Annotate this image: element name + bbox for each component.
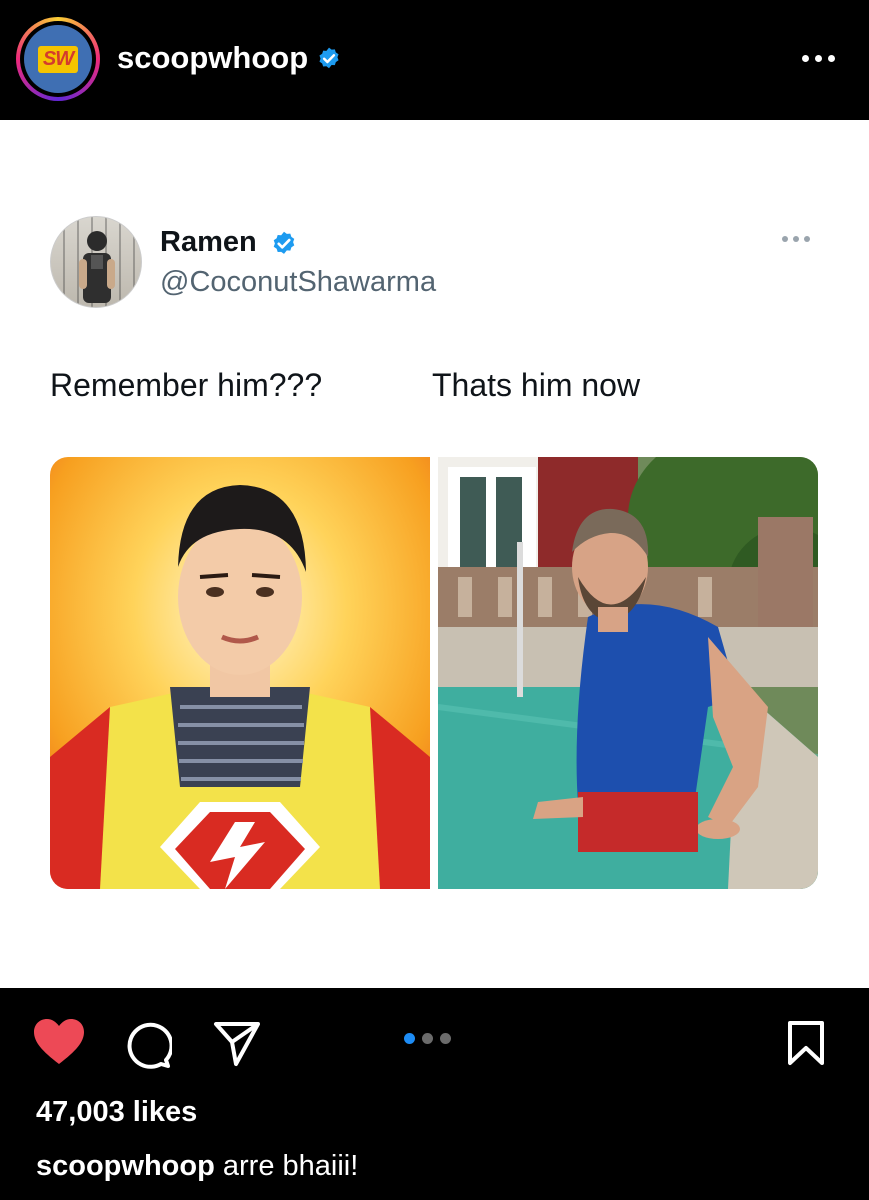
- tweet-author-avatar[interactable]: [50, 216, 142, 308]
- verified-badge-icon: [319, 47, 339, 69]
- more-options-icon[interactable]: [796, 46, 840, 70]
- caption-username[interactable]: scoopwhoop: [36, 1150, 215, 1182]
- carousel-dot: [440, 1033, 451, 1044]
- tweet-card: Ramen @CoconutShawarma Remember him??? T…: [0, 120, 869, 988]
- carousel-dot: [422, 1033, 433, 1044]
- caption-text: arre bhaiii!: [214, 1150, 359, 1182]
- comment-icon[interactable]: [122, 1020, 172, 1070]
- verified-badge-icon: [273, 231, 295, 254]
- post-caption: scoopwhoop arre bhaiii!: [36, 1150, 358, 1183]
- avatar-logo: SW: [37, 45, 79, 73]
- heart-filled-icon[interactable]: [32, 1018, 86, 1066]
- tweet-author-handle[interactable]: @CoconutShawarma: [160, 266, 436, 299]
- tweet-text-right: Thats him now: [432, 367, 641, 403]
- tweet-author-name[interactable]: Ramen: [160, 226, 257, 259]
- carousel-indicator: [404, 1033, 451, 1044]
- account-username[interactable]: scoopwhoop: [117, 40, 308, 76]
- tweet-image-pool[interactable]: [438, 457, 818, 889]
- carousel-dot-active: [404, 1033, 415, 1044]
- post-header: SW scoopwhoop: [0, 0, 869, 120]
- account-avatar[interactable]: SW: [24, 25, 92, 93]
- send-icon[interactable]: [212, 1020, 262, 1068]
- tweet-text-left: Remember him???: [50, 367, 323, 403]
- story-ring[interactable]: SW: [16, 17, 100, 101]
- bookmark-icon[interactable]: [786, 1020, 826, 1066]
- likes-count[interactable]: 47,003 likes: [36, 1096, 197, 1129]
- tweet-more-icon[interactable]: [782, 236, 810, 242]
- tweet-image-superhero[interactable]: [50, 457, 430, 889]
